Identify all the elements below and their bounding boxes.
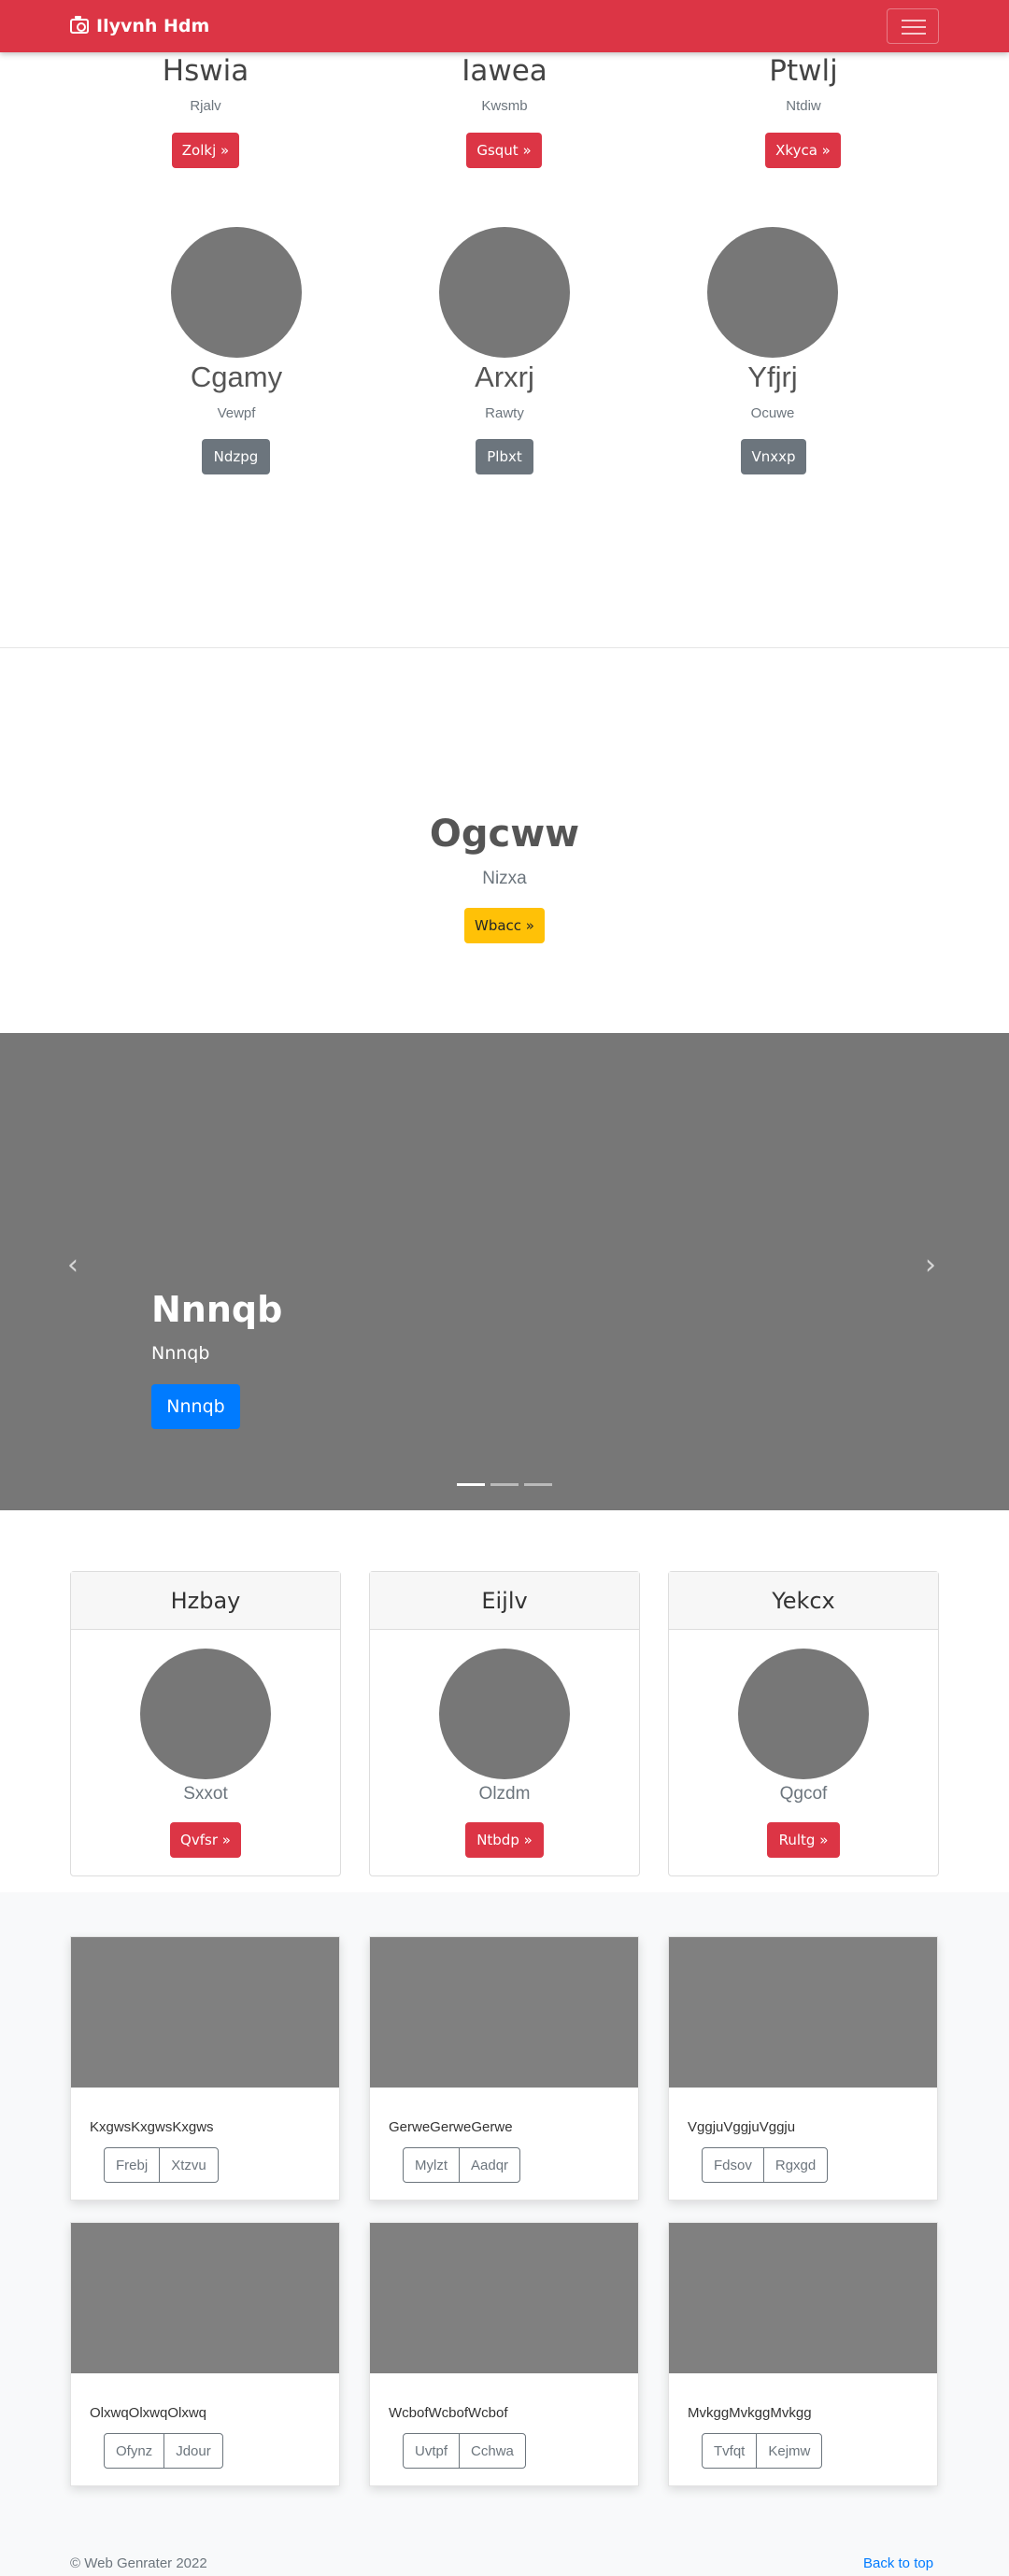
card-button[interactable]: Xtzvu xyxy=(159,2148,218,2182)
navbar: Ilyvnh Hdm xyxy=(0,0,1009,52)
card-button[interactable]: Frebj xyxy=(105,2148,159,2182)
pricing-card: Hzbay Sxxot Qvfsr » xyxy=(70,1571,341,1876)
card-header: Hzbay xyxy=(71,1572,340,1630)
card-button-group: Uvtpf Cchwa xyxy=(403,2433,526,2469)
carousel: ‹ › Nnnqb Nnnqb Nnnqb xyxy=(0,1033,1009,1510)
feature-button[interactable]: Gsqut » xyxy=(466,133,542,168)
section-divider xyxy=(0,647,1009,648)
back-to-top-link[interactable]: Back to top xyxy=(863,2555,933,2571)
carousel-prev-icon[interactable]: ‹ xyxy=(67,1252,84,1280)
card-button[interactable]: Fdsov xyxy=(703,2148,763,2182)
avatar-placeholder xyxy=(439,227,570,358)
card-button-group: Fdsov Rgxgd xyxy=(702,2147,829,2183)
avatar-placeholder xyxy=(707,227,838,358)
card-button[interactable]: Uvtpf xyxy=(404,2434,459,2468)
hero-button[interactable]: Wbacc » xyxy=(464,908,545,943)
navbar-brand[interactable]: Ilyvnh Hdm xyxy=(70,15,209,37)
pricing-card: Eijlv Olzdm Ntbdp » xyxy=(369,1571,640,1876)
album-card: KxgwsKxgwsKxgws Frebj Xtzvu xyxy=(70,1936,340,2201)
feature-button[interactable]: Xkyca » xyxy=(765,133,841,168)
avatar-placeholder xyxy=(439,1649,570,1779)
circle-subtitle: Vewpf xyxy=(217,405,256,421)
hamburger-icon xyxy=(902,20,926,21)
card-button[interactable]: Ofynz xyxy=(105,2434,163,2468)
brand-label: Ilyvnh Hdm xyxy=(96,16,210,36)
card-text: WcbofWcbofWcbof xyxy=(389,2405,508,2421)
avatar-placeholder xyxy=(171,227,302,358)
card-text: MvkggMvkggMvkgg xyxy=(688,2405,812,2421)
card-button-group: Tvfqt Kejmw xyxy=(702,2433,823,2469)
card-button[interactable]: Mylzt xyxy=(404,2148,459,2182)
hero-title: Ogcww xyxy=(429,813,580,856)
carousel-caption: Nnnqb xyxy=(151,1343,210,1364)
album-card: MvkggMvkggMvkgg Tvfqt Kejmw xyxy=(668,2222,938,2486)
camera-icon xyxy=(70,16,89,34)
feature-title: Ptwlj xyxy=(769,54,838,88)
carousel-next-icon[interactable]: › xyxy=(925,1252,942,1280)
feature-subtitle: Ntdiw xyxy=(786,98,821,114)
carousel-indicator[interactable] xyxy=(524,1483,552,1486)
card-button[interactable]: Kejmw xyxy=(756,2434,821,2468)
feature-subtitle: Kwsmb xyxy=(481,98,528,114)
carousel-title: Nnnqb xyxy=(151,1289,283,1330)
circle-button[interactable]: Ndzpg xyxy=(202,439,270,474)
card-button[interactable]: Rultg » xyxy=(767,1822,840,1858)
navbar-toggler-button[interactable] xyxy=(887,8,939,44)
album-card: WcbofWcbofWcbof Uvtpf Cchwa xyxy=(369,2222,639,2486)
album-card: VggjuVggjuVggju Fdsov Rgxgd xyxy=(668,1936,938,2201)
card-button-group: Frebj Xtzvu xyxy=(104,2147,219,2183)
card-button-group: Ofynz Jdour xyxy=(104,2433,223,2469)
carousel-indicator[interactable] xyxy=(490,1483,519,1486)
thumbnail-image xyxy=(669,1937,937,2088)
feature-title: Hswia xyxy=(162,54,249,88)
avatar-placeholder xyxy=(140,1649,271,1779)
avatar-placeholder xyxy=(738,1649,869,1779)
card-text: Qgcof xyxy=(779,1784,828,1804)
hamburger-icon xyxy=(902,33,926,35)
thumbnail-image xyxy=(370,2223,638,2373)
circle-title: Arxrj xyxy=(475,361,534,393)
hero-subtitle: Nizxa xyxy=(482,869,527,888)
card-text: Sxxot xyxy=(183,1784,228,1804)
hamburger-icon xyxy=(902,26,926,28)
card-button[interactable]: Cchwa xyxy=(459,2434,525,2468)
footer-copyright: © Web Genrater 2022 xyxy=(70,2555,207,2571)
circle-title: Yfjrj xyxy=(747,361,798,393)
card-text: VggjuVggjuVggju xyxy=(688,2119,796,2135)
feature-subtitle: Rjalv xyxy=(190,98,221,114)
card-button[interactable]: Aadqr xyxy=(459,2148,519,2182)
feature-button[interactable]: Zolkj » xyxy=(172,133,239,168)
thumbnail-image xyxy=(71,1937,339,2088)
album-card: GerweGerweGerwe Mylzt Aadqr xyxy=(369,1936,639,2201)
carousel-button[interactable]: Nnnqb xyxy=(151,1384,240,1429)
card-text: Olzdm xyxy=(478,1784,531,1804)
card-text: GerweGerweGerwe xyxy=(389,2119,513,2135)
circle-title: Cgamy xyxy=(190,361,283,393)
album-card: OlxwqOlxwqOlxwq Ofynz Jdour xyxy=(70,2222,340,2486)
carousel-indicator-active[interactable] xyxy=(457,1483,485,1486)
card-header: Eijlv xyxy=(370,1572,639,1630)
card-button[interactable]: Qvfsr » xyxy=(170,1822,241,1858)
card-text: KxgwsKxgwsKxgws xyxy=(90,2119,214,2135)
card-button-group: Mylzt Aadqr xyxy=(403,2147,521,2183)
pricing-card: Yekcx Qgcof Rultg » xyxy=(668,1571,939,1876)
circle-subtitle: Rawty xyxy=(485,405,524,421)
thumbnail-image xyxy=(71,2223,339,2373)
card-button[interactable]: Tvfqt xyxy=(703,2434,756,2468)
circle-subtitle: Ocuwe xyxy=(750,405,795,421)
circle-button[interactable]: Plbxt xyxy=(476,439,533,474)
card-button[interactable]: Rgxgd xyxy=(762,2148,827,2182)
card-text: OlxwqOlxwqOlxwq xyxy=(90,2405,207,2421)
thumbnail-image xyxy=(669,2223,937,2373)
card-button[interactable]: Jdour xyxy=(163,2434,222,2468)
thumbnail-image xyxy=(370,1937,638,2088)
card-header: Yekcx xyxy=(669,1572,938,1630)
card-button[interactable]: Ntbdp » xyxy=(465,1822,544,1858)
feature-title: Iawea xyxy=(462,54,547,88)
circle-button[interactable]: Vnxxp xyxy=(741,439,806,474)
